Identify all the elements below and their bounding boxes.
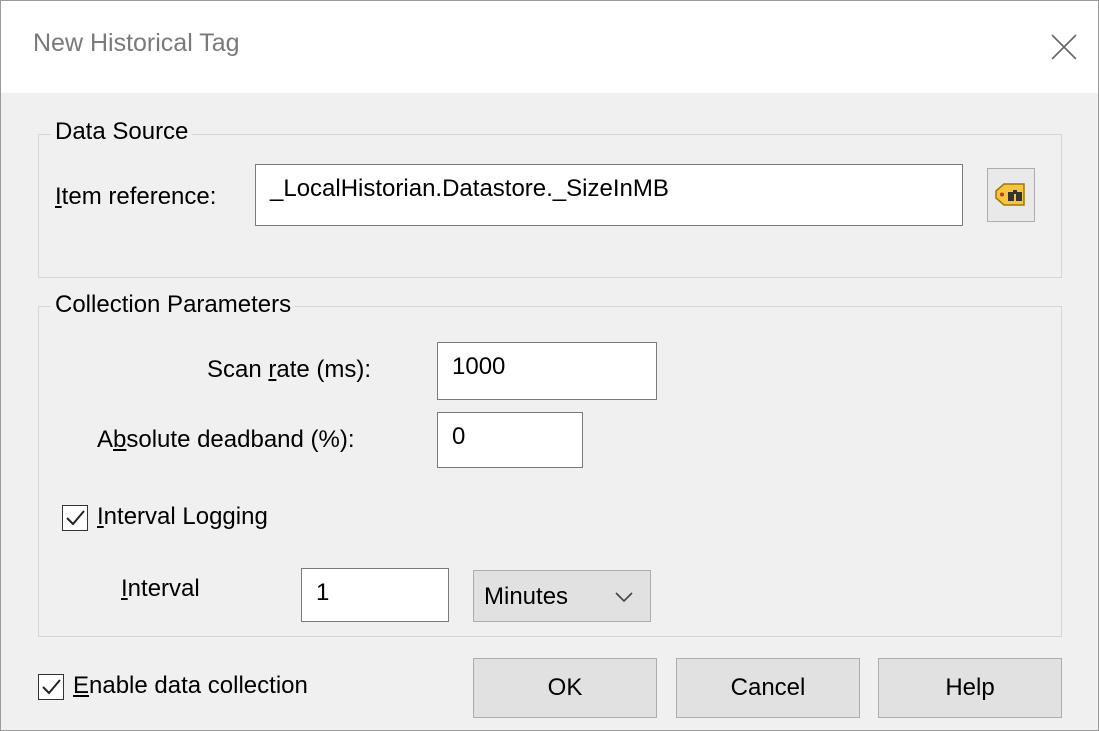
browse-tag-button[interactable] <box>987 168 1035 222</box>
interval-value: 1 <box>316 579 330 606</box>
data-source-legend: Data Source <box>51 118 193 146</box>
item-reference-label: Item reference: <box>55 183 217 210</box>
enable-data-collection-checkbox[interactable] <box>38 674 64 700</box>
item-reference-input[interactable]: _LocalHistorian.Datastore._SizeInMB <box>255 164 963 226</box>
absolute-deadband-input[interactable]: 0 <box>437 412 583 468</box>
close-icon <box>1051 34 1077 60</box>
checkmark-icon <box>42 679 61 695</box>
interval-unit-dropdown[interactable]: Minutes <box>473 570 651 622</box>
collection-parameters-legend: Collection Parameters <box>51 291 296 319</box>
chevron-down-icon <box>615 592 633 603</box>
checkmark-icon <box>66 510 85 526</box>
scan-rate-value: 1000 <box>452 353 506 380</box>
interval-input[interactable]: 1 <box>301 568 449 622</box>
interval-logging-label[interactable]: Interval Logging <box>97 503 268 531</box>
scan-rate-label: Scan rate (ms): <box>207 356 372 383</box>
title-bar: New Historical Tag <box>0 0 1099 93</box>
enable-data-collection-label[interactable]: Enable data collection <box>73 672 308 700</box>
item-reference-value: _LocalHistorian.Datastore._SizeInMB <box>270 175 669 202</box>
cancel-button[interactable]: Cancel <box>676 658 860 718</box>
absolute-deadband-value: 0 <box>452 423 466 450</box>
dialog-body: Data Source Item reference: _LocalHistor… <box>0 92 1099 731</box>
ok-button[interactable]: OK <box>473 658 657 718</box>
help-button[interactable]: Help <box>878 658 1062 718</box>
window-title: New Historical Tag <box>33 29 240 57</box>
interval-unit-value: Minutes <box>484 583 569 610</box>
interval-logging-checkbox[interactable] <box>62 505 88 531</box>
close-button[interactable] <box>1042 25 1086 69</box>
tag-browse-icon <box>995 183 1025 206</box>
absolute-deadband-label: Absolute deadband (%): <box>97 426 355 453</box>
interval-label: Interval <box>121 575 200 602</box>
scan-rate-input[interactable]: 1000 <box>437 342 657 400</box>
